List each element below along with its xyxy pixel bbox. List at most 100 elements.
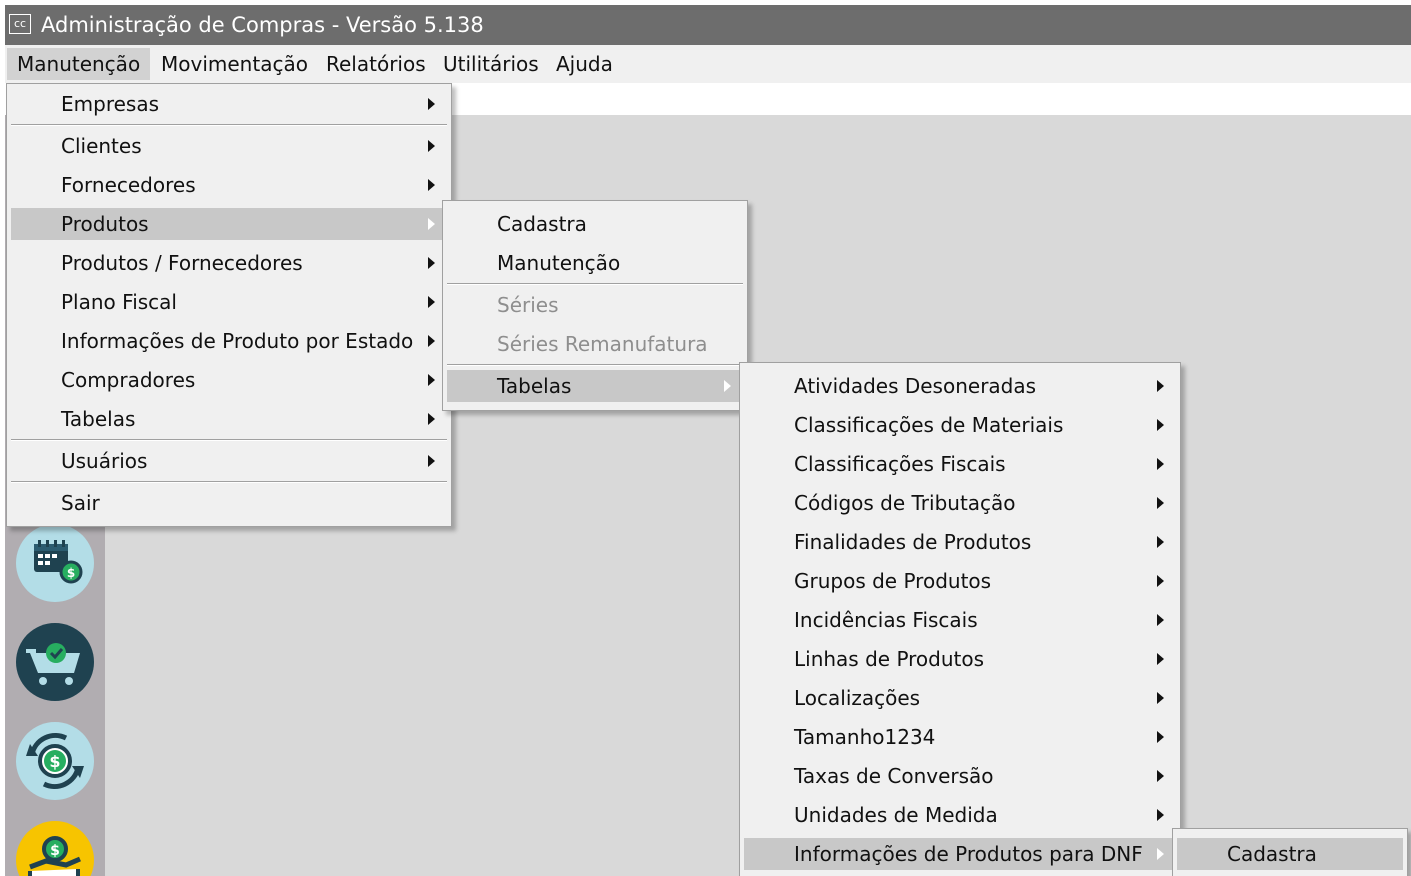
menuitem-incidencias-fiscais[interactable]: Incidências Fiscais [744, 604, 1176, 636]
svg-text:$: $ [67, 566, 75, 580]
submenu-arrow-icon [428, 374, 435, 386]
menuitem-unidades-medida[interactable]: Unidades de Medida [744, 799, 1176, 831]
submenu-arrow-icon [1157, 497, 1164, 509]
menuitem-finalidades-produtos[interactable]: Finalidades de Produtos [744, 526, 1176, 558]
menuitem-label: Empresas [61, 92, 159, 116]
menuitem-label: Informações de Produtos para DNF [794, 842, 1143, 866]
menuitem-fornecedores[interactable]: Fornecedores [11, 169, 447, 201]
submenu-arrow-icon [428, 218, 435, 230]
menuitem-label: Classificações Fiscais [794, 452, 1006, 476]
menuitem-label: Informações de Produto por Estado [61, 329, 414, 353]
menuitem-label: Incidências Fiscais [794, 608, 978, 632]
submenu-arrow-icon [1157, 809, 1164, 821]
menuitem-localizacoes[interactable]: Localizações [744, 682, 1176, 714]
shopping-cart-check-icon[interactable] [16, 623, 94, 701]
menuitem-cadastra[interactable]: Cadastra [447, 208, 743, 240]
submenu-arrow-icon [1157, 419, 1164, 431]
menuitem-classificacoes-fiscais[interactable]: Classificações Fiscais [744, 448, 1176, 480]
menuitem-plano-fiscal[interactable]: Plano Fiscal [11, 286, 447, 318]
menuitem-series-remanufatura: Séries Remanufatura [447, 328, 743, 360]
dnf-submenu: Cadastra [1172, 828, 1408, 876]
submenu-arrow-icon [1157, 575, 1164, 587]
menuitem-atividades-desoneradas[interactable]: Atividades Desoneradas [744, 370, 1176, 402]
menuitem-label: Sair [61, 491, 100, 515]
menu-separator [447, 364, 743, 366]
submenu-arrow-icon [1157, 614, 1164, 626]
menuitem-informacoes-produto-estado[interactable]: Informações de Produto por Estado [11, 325, 447, 357]
submenu-arrow-icon [428, 335, 435, 347]
menuitem-manutencao[interactable]: Manutenção [447, 247, 743, 279]
menuitem-label: Plano Fiscal [61, 290, 177, 314]
submenu-arrow-icon [1157, 653, 1164, 665]
menuitem-label: Tabelas [61, 407, 136, 431]
submenu-arrow-icon [1157, 536, 1164, 548]
menuitem-label: Taxas de Conversão [794, 764, 994, 788]
submenu-arrow-icon [428, 140, 435, 152]
menuitem-codigos-tributacao[interactable]: Códigos de Tributação [744, 487, 1176, 519]
menu-movimentacao[interactable]: Movimentação [151, 48, 318, 80]
menuitem-empresas[interactable]: Empresas [11, 88, 447, 120]
menuitem-label: Usuários [61, 449, 148, 473]
produtos-submenu: Cadastra Manutenção Séries Séries Remanu… [442, 200, 748, 411]
money-exchange-icon[interactable]: $ [16, 722, 94, 800]
submenu-arrow-icon [428, 257, 435, 269]
submenu-arrow-icon [1157, 692, 1164, 704]
submenu-arrow-icon [428, 296, 435, 308]
manutencao-dropdown: Empresas Clientes Fornecedores Produtos … [6, 83, 452, 527]
submenu-arrow-icon [428, 98, 435, 110]
menuitem-grupos-produtos[interactable]: Grupos de Produtos [744, 565, 1176, 597]
menuitem-label: Atividades Desoneradas [794, 374, 1037, 398]
menuitem-cadastra-dnf[interactable]: Cadastra [1177, 838, 1403, 870]
menuitem-usuarios[interactable]: Usuários [11, 445, 447, 477]
submenu-arrow-icon [428, 455, 435, 467]
menuitem-label: Produtos / Fornecedores [61, 251, 303, 275]
menuitem-label: Manutenção [497, 251, 621, 275]
submenu-arrow-icon [428, 179, 435, 191]
app-icon: cc [9, 14, 31, 34]
menuitem-series: Séries [447, 289, 743, 321]
submenu-arrow-icon [1157, 458, 1164, 470]
submenu-arrow-icon [1157, 848, 1164, 860]
menuitem-label: Fornecedores [61, 173, 196, 197]
menuitem-label: Códigos de Tributação [794, 491, 1016, 515]
menu-separator [11, 439, 447, 441]
menu-utilitarios[interactable]: Utilitários [433, 48, 549, 80]
app-window: cc Administração de Compras - Versão 5.1… [5, 5, 1411, 876]
menuitem-produtos[interactable]: Produtos [11, 208, 447, 240]
menu-relatorios[interactable]: Relatórios [316, 48, 436, 80]
menu-bar: Manutenção Movimentação Relatórios Utili… [5, 45, 1411, 83]
menuitem-compradores[interactable]: Compradores [11, 364, 447, 396]
menu-ajuda[interactable]: Ajuda [546, 48, 623, 80]
menuitem-label: Séries [497, 293, 559, 317]
menuitem-produtos-fornecedores[interactable]: Produtos / Fornecedores [11, 247, 447, 279]
menuitem-tamanho1234[interactable]: Tamanho1234 [744, 721, 1176, 753]
menuitem-clientes[interactable]: Clientes [11, 130, 447, 162]
submenu-arrow-icon [428, 413, 435, 425]
menuitem-label: Clientes [61, 134, 142, 158]
calendar-money-icon[interactable]: $ [16, 524, 94, 602]
menuitem-label: Cadastra [1227, 842, 1317, 866]
menuitem-label: Tabelas [497, 374, 572, 398]
menu-manutencao[interactable]: Manutenção [7, 48, 151, 80]
menu-separator [447, 283, 743, 285]
menu-separator [11, 124, 447, 126]
menuitem-label: Produtos [61, 212, 149, 236]
menuitem-label: Cadastra [497, 212, 587, 236]
menuitem-informacoes-produtos-dnf[interactable]: Informações de Produtos para DNF [744, 838, 1176, 870]
menuitem-linhas-produtos[interactable]: Linhas de Produtos [744, 643, 1176, 675]
menuitem-classificacoes-materiais[interactable]: Classificações de Materiais [744, 409, 1176, 441]
svg-text:$: $ [50, 843, 60, 859]
money-hand-icon[interactable]: $ [16, 821, 94, 876]
menuitem-label: Séries Remanufatura [497, 332, 708, 356]
svg-text:$: $ [49, 752, 60, 771]
menuitem-label: Finalidades de Produtos [794, 530, 1032, 554]
menuitem-sair[interactable]: Sair [11, 487, 447, 519]
submenu-arrow-icon [1157, 380, 1164, 392]
menuitem-tabelas[interactable]: Tabelas [11, 403, 447, 435]
window-title: Administração de Compras - Versão 5.138 [41, 13, 484, 37]
submenu-arrow-icon [724, 380, 731, 392]
menuitem-tabelas[interactable]: Tabelas [447, 370, 743, 402]
menuitem-label: Localizações [794, 686, 921, 710]
menuitem-taxas-conversao[interactable]: Taxas de Conversão [744, 760, 1176, 792]
menuitem-label: Tamanho1234 [794, 725, 936, 749]
